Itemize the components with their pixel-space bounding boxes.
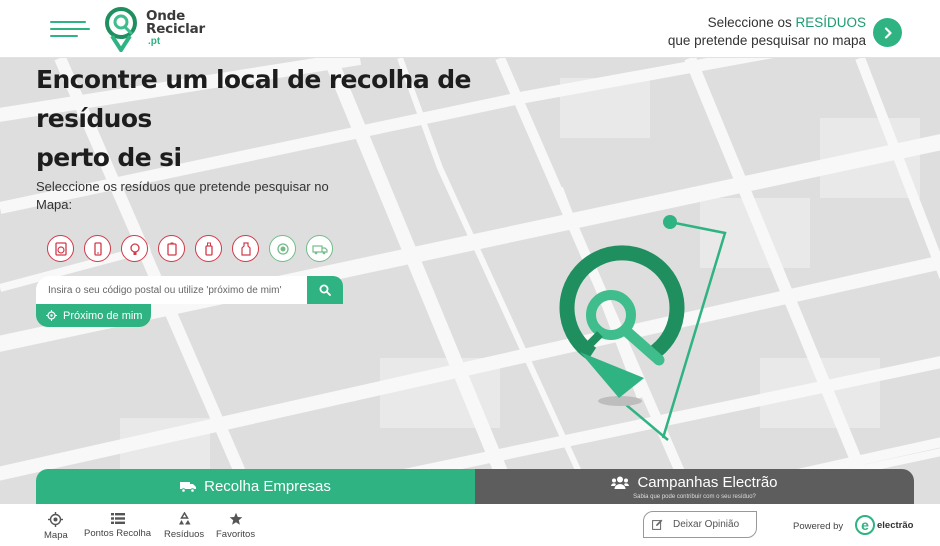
oil-bottle-icon[interactable] [232,235,259,262]
spray-icon[interactable] [195,235,222,262]
logo-text: Onde Reciclar [146,8,205,37]
campaigns-button[interactable]: Campanhas Electrão Sabia que pode contri… [475,469,914,504]
logo-domain: .pt [148,36,161,47]
campaigns-subtitle: Sabia que pode contribuir com o seu resí… [633,494,756,500]
companies-collection-button[interactable]: Recolha Empresas [36,469,475,504]
recycle-icon [178,512,191,525]
header: Onde Reciclar .pt Seleccione os RESÍDUOS… [0,0,940,58]
near-me-button[interactable]: Próximo de mim [36,304,151,327]
powered-by-label: Powered by [793,521,844,532]
postal-code-input[interactable] [36,276,307,304]
truck-icon [180,481,197,493]
search-button[interactable] [307,276,343,304]
glass-icon[interactable] [269,235,296,262]
open-residuos-button[interactable] [873,18,902,47]
electrao-e-icon: e [855,515,875,535]
crosshair-icon [46,310,57,321]
nav-pontos-recolha[interactable]: Pontos Recolha [84,512,151,539]
nav-residuos[interactable]: Resíduos [164,512,204,540]
star-icon [229,512,242,525]
page-title: Encontre um local de recolha de resíduos… [36,65,472,172]
waste-type-selector [47,235,333,262]
footer: Mapa Pontos Recolha Resíduos Favoritos D… [0,504,940,546]
lamp-icon[interactable] [121,235,148,262]
edit-icon [652,519,663,530]
postal-code-search [36,276,343,304]
list-icon [110,513,125,524]
target-icon [48,512,64,527]
menu-icon[interactable] [50,19,90,39]
page-subtitle: Seleccione os resíduos que pretende pesq… [36,179,329,212]
battery-icon[interactable] [158,235,185,262]
users-icon [611,476,630,489]
appliance-icon[interactable] [47,235,74,262]
chevron-right-icon [884,26,892,39]
prompt-highlight: RESÍDUOS [795,15,866,30]
truck-icon[interactable] [306,235,333,262]
logo[interactable]: Onde Reciclar .pt [104,6,214,54]
electrao-brand: electrão [877,519,914,531]
phone-icon[interactable] [84,235,111,262]
electrao-logo[interactable]: e electrão [855,514,913,536]
search-icon [319,284,331,296]
nav-favoritos[interactable]: Favoritos [216,512,255,540]
pin-logo-icon [105,7,137,54]
leave-opinion-button[interactable]: Deixar Opinião [643,511,757,538]
residuos-prompt: Seleccione os RESÍDUOS que pretende pesq… [667,15,866,48]
nav-mapa[interactable]: Mapa [44,512,68,541]
